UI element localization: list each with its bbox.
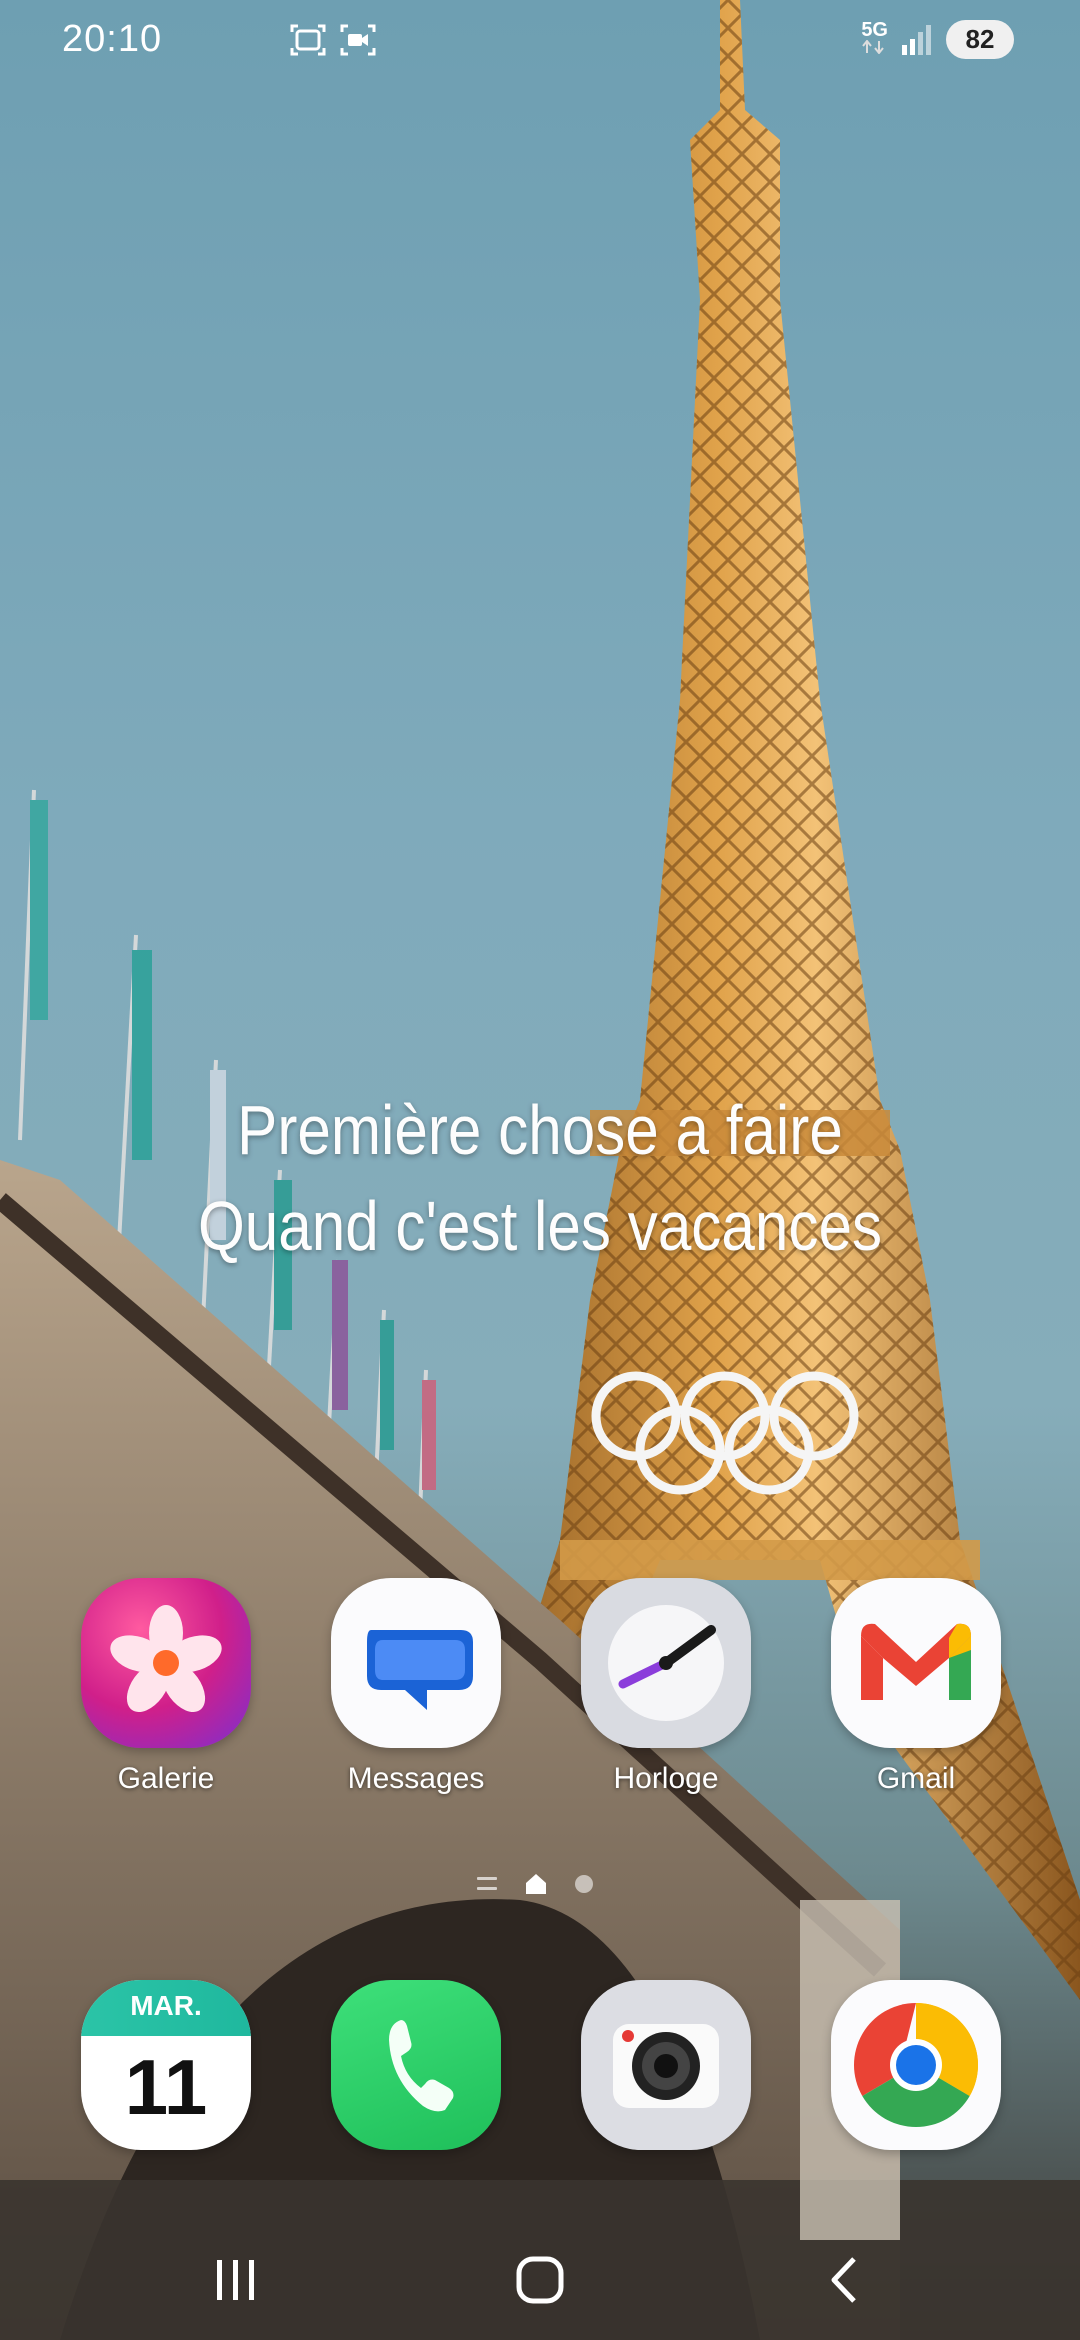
status-time: 20:10	[62, 18, 163, 60]
network-type: 5G	[861, 19, 888, 41]
data-arrows-icon	[862, 39, 885, 55]
page-dot[interactable]	[574, 1874, 594, 1894]
dock-calendar[interactable]: MAR. 11	[71, 1980, 261, 2150]
status-bar: 20:10 5G 82	[0, 0, 1080, 84]
clock-icon	[581, 1578, 751, 1748]
recents-icon	[217, 2260, 254, 2300]
dock-chrome[interactable]	[821, 1980, 1011, 2150]
calendar-month: MAR.	[130, 1990, 202, 2021]
page-home-icon[interactable]	[524, 1872, 548, 1896]
olympic-rings-icon	[591, 1371, 859, 1495]
app-messages[interactable]: Messages	[321, 1578, 511, 1796]
status-notification-icons	[290, 22, 376, 58]
dock-phone[interactable]	[321, 1980, 511, 2150]
status-system-icons: 5G 82	[861, 20, 1014, 59]
gallery-icon	[81, 1578, 251, 1748]
app-label-galerie: Galerie	[117, 1762, 215, 1795]
home-icon	[516, 2256, 564, 2304]
app-horloge[interactable]: Horloge	[571, 1578, 761, 1796]
dock-camera[interactable]	[571, 1980, 761, 2150]
calendar-icon: MAR. 11	[81, 1980, 251, 2150]
screenshot-icon	[290, 24, 326, 56]
recents-button[interactable]	[196, 2250, 276, 2310]
back-icon	[831, 2257, 856, 2303]
app-label-horloge: Horloge	[613, 1762, 719, 1795]
camera-icon	[581, 1980, 751, 2150]
wallpaper-caption-line1: Première chose a faire	[237, 1091, 843, 1169]
wallpaper-caption-line2: Quand c'est les vacances	[197, 1187, 883, 1265]
app-gmail[interactable]: Gmail	[821, 1578, 1011, 1796]
page-list-icon[interactable]	[476, 1874, 498, 1894]
chrome-icon	[831, 1980, 1001, 2150]
app-galerie[interactable]: Galerie	[71, 1578, 261, 1796]
battery-level: 82	[946, 20, 1014, 59]
page-indicator	[476, 1872, 594, 1896]
app-label-messages: Messages	[347, 1762, 485, 1795]
home-button[interactable]	[500, 2250, 580, 2310]
network-indicator: 5G	[861, 20, 888, 59]
signal-icon	[902, 24, 931, 55]
back-button[interactable]	[804, 2250, 884, 2310]
gmail-icon	[831, 1578, 1001, 1748]
navigation-bar	[0, 2220, 1080, 2340]
app-label-gmail: Gmail	[876, 1762, 956, 1795]
phone-icon	[331, 1980, 501, 2150]
messages-icon	[331, 1578, 501, 1748]
calendar-day: 11	[124, 2043, 208, 2131]
screen-record-icon	[340, 24, 376, 56]
